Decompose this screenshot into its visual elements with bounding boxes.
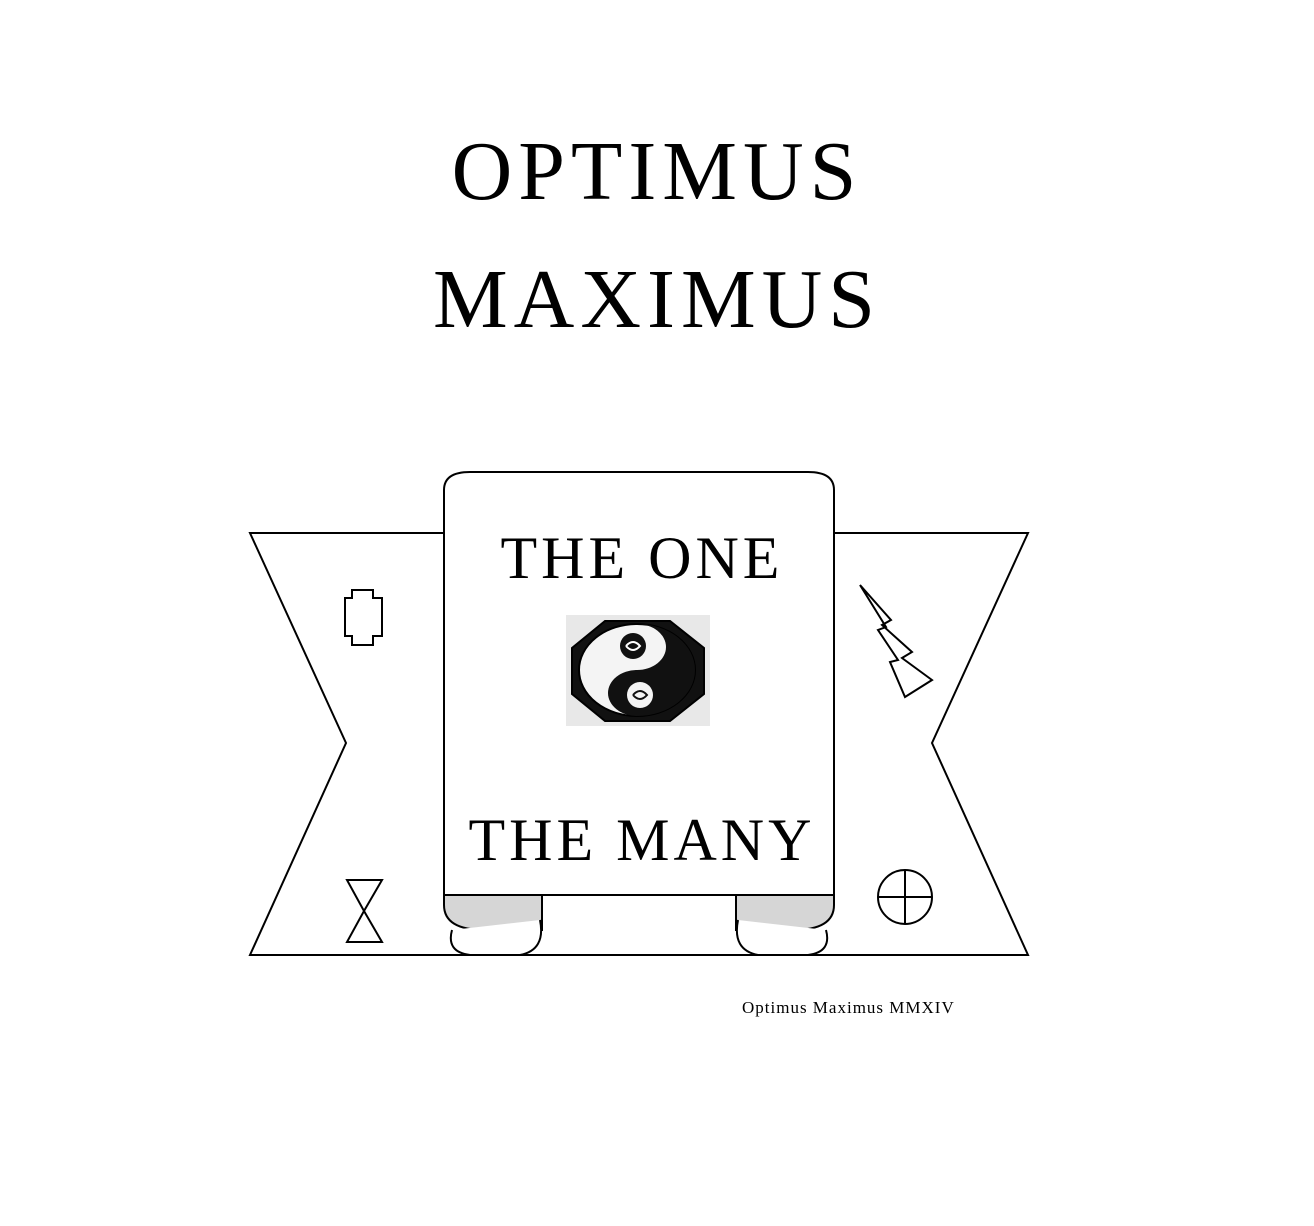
scroll-bottom-text: THE MANY <box>469 807 816 873</box>
yin-yang-icon <box>566 615 710 726</box>
scroll-top-text: THE ONE <box>501 525 784 591</box>
scroll-fold-left <box>443 894 543 956</box>
credit-text: Optimus Maximus MMXIV <box>742 998 955 1017</box>
scroll-fold-right <box>735 894 835 956</box>
circled-cross-icon <box>877 869 933 925</box>
emblem: THE ONE THE MANY Optimus Maximus MMXIV <box>248 471 1030 1017</box>
